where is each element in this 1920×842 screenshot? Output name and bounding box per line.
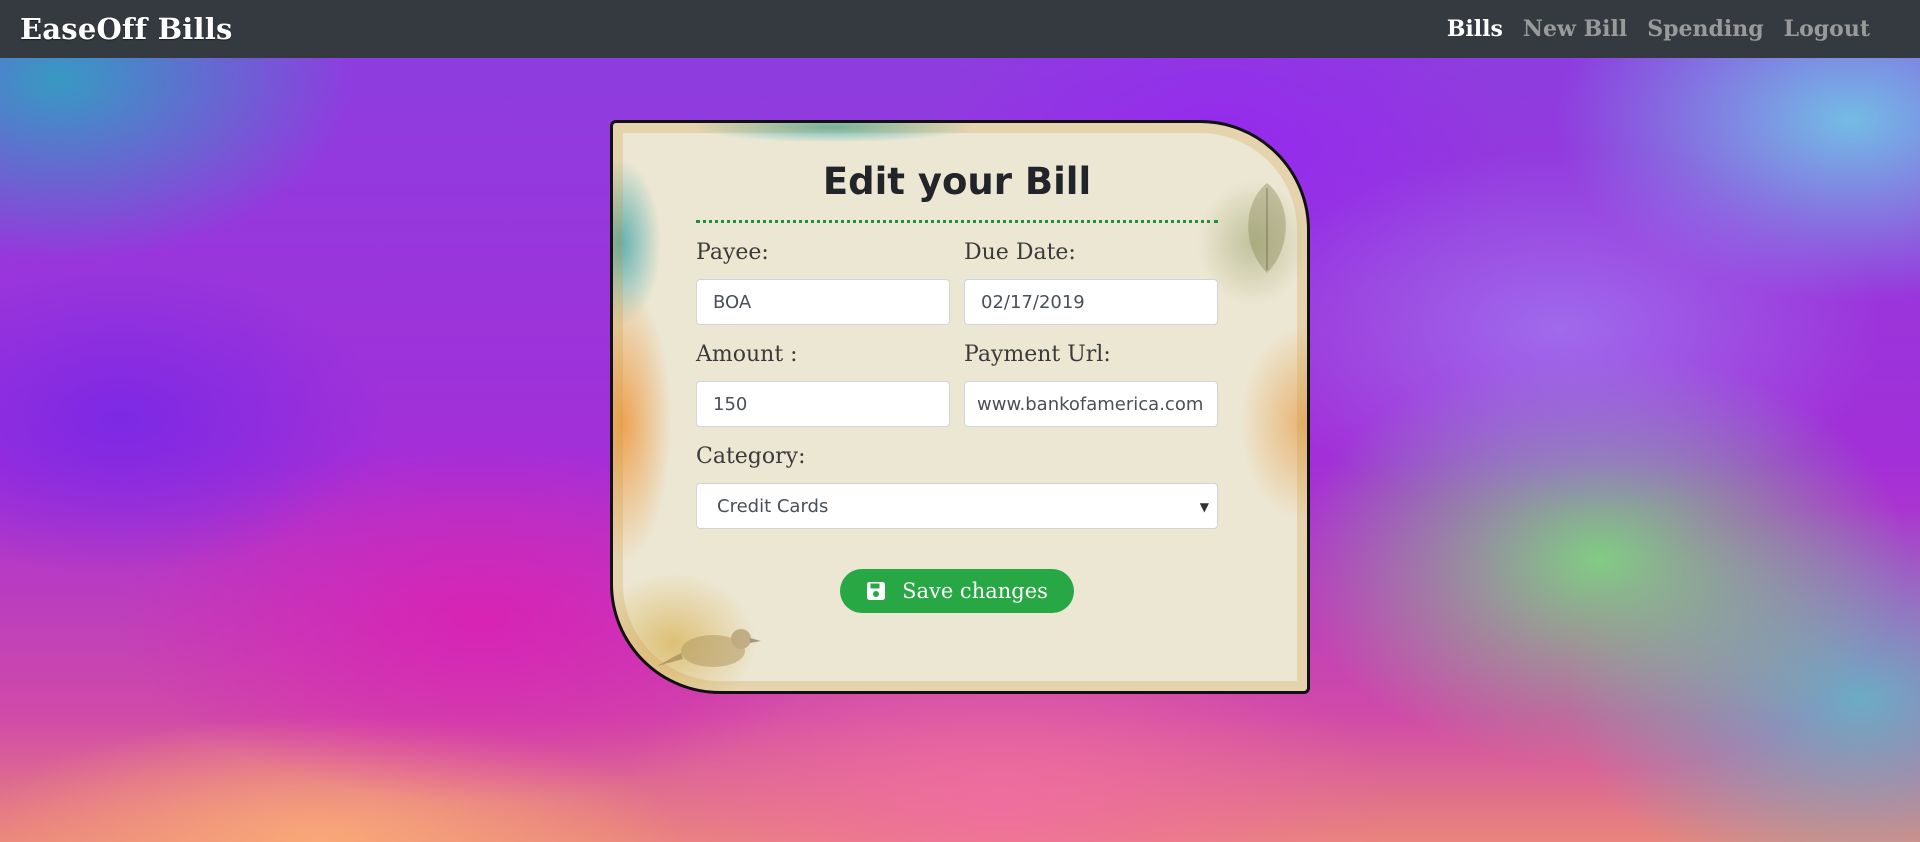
actions: Save changes	[696, 569, 1218, 614]
amount-field-group: Amount : 150	[696, 341, 950, 428]
form-row-2: Amount : 150 Payment Url: www.bankofamer…	[696, 341, 1218, 428]
floppy-disk-icon	[867, 582, 886, 601]
save-changes-button[interactable]: Save changes	[840, 569, 1074, 614]
due-date-field-group: Due Date: 02/17/2019	[964, 239, 1218, 326]
amount-input[interactable]: 150	[696, 381, 950, 428]
title-divider	[696, 220, 1218, 224]
edit-bill-form: Edit your Bill Payee: BOA Due Date: 02/1…	[696, 160, 1218, 614]
nav-link-logout[interactable]: Logout	[1784, 16, 1870, 42]
category-selected-value: Credit Cards	[717, 496, 829, 518]
payee-input[interactable]: BOA	[696, 279, 950, 326]
payment-url-input[interactable]: www.bankofamerica.com	[964, 381, 1218, 428]
payee-field-group: Payee: BOA	[696, 239, 950, 326]
nav-links: Bills New Bill Spending Logout	[1447, 16, 1900, 42]
due-date-label: Due Date:	[964, 240, 1076, 266]
nav-link-spending[interactable]: Spending	[1647, 16, 1763, 42]
save-changes-label: Save changes	[902, 579, 1048, 604]
brand-logo[interactable]: EaseOff Bills	[20, 12, 232, 46]
nav-link-bills[interactable]: Bills	[1447, 16, 1503, 42]
leaf-decoration-icon	[1248, 183, 1286, 273]
payment-url-field-group: Payment Url: www.bankofamerica.com	[964, 341, 1218, 428]
category-label: Category:	[696, 444, 806, 470]
bird-decoration-icon	[657, 629, 761, 667]
page-title: Edit your Bill	[822, 160, 1092, 203]
payee-label: Payee:	[696, 240, 769, 266]
nav-link-new-bill[interactable]: New Bill	[1523, 16, 1627, 42]
category-select[interactable]: Credit Cards ▼	[696, 483, 1218, 530]
top-navbar: EaseOff Bills Bills New Bill Spending Lo…	[0, 0, 1920, 58]
due-date-input[interactable]: 02/17/2019	[964, 279, 1218, 326]
form-row-3: Category: Credit Cards ▼	[696, 443, 1218, 530]
payment-url-label: Payment Url:	[964, 342, 1111, 368]
category-field-group: Category: Credit Cards ▼	[696, 443, 1218, 530]
edit-bill-card: Edit your Bill Payee: BOA Due Date: 02/1…	[610, 120, 1310, 694]
chevron-down-icon: ▼	[1199, 500, 1209, 515]
amount-label: Amount :	[696, 342, 798, 368]
form-row-1: Payee: BOA Due Date: 02/17/2019	[696, 239, 1218, 326]
